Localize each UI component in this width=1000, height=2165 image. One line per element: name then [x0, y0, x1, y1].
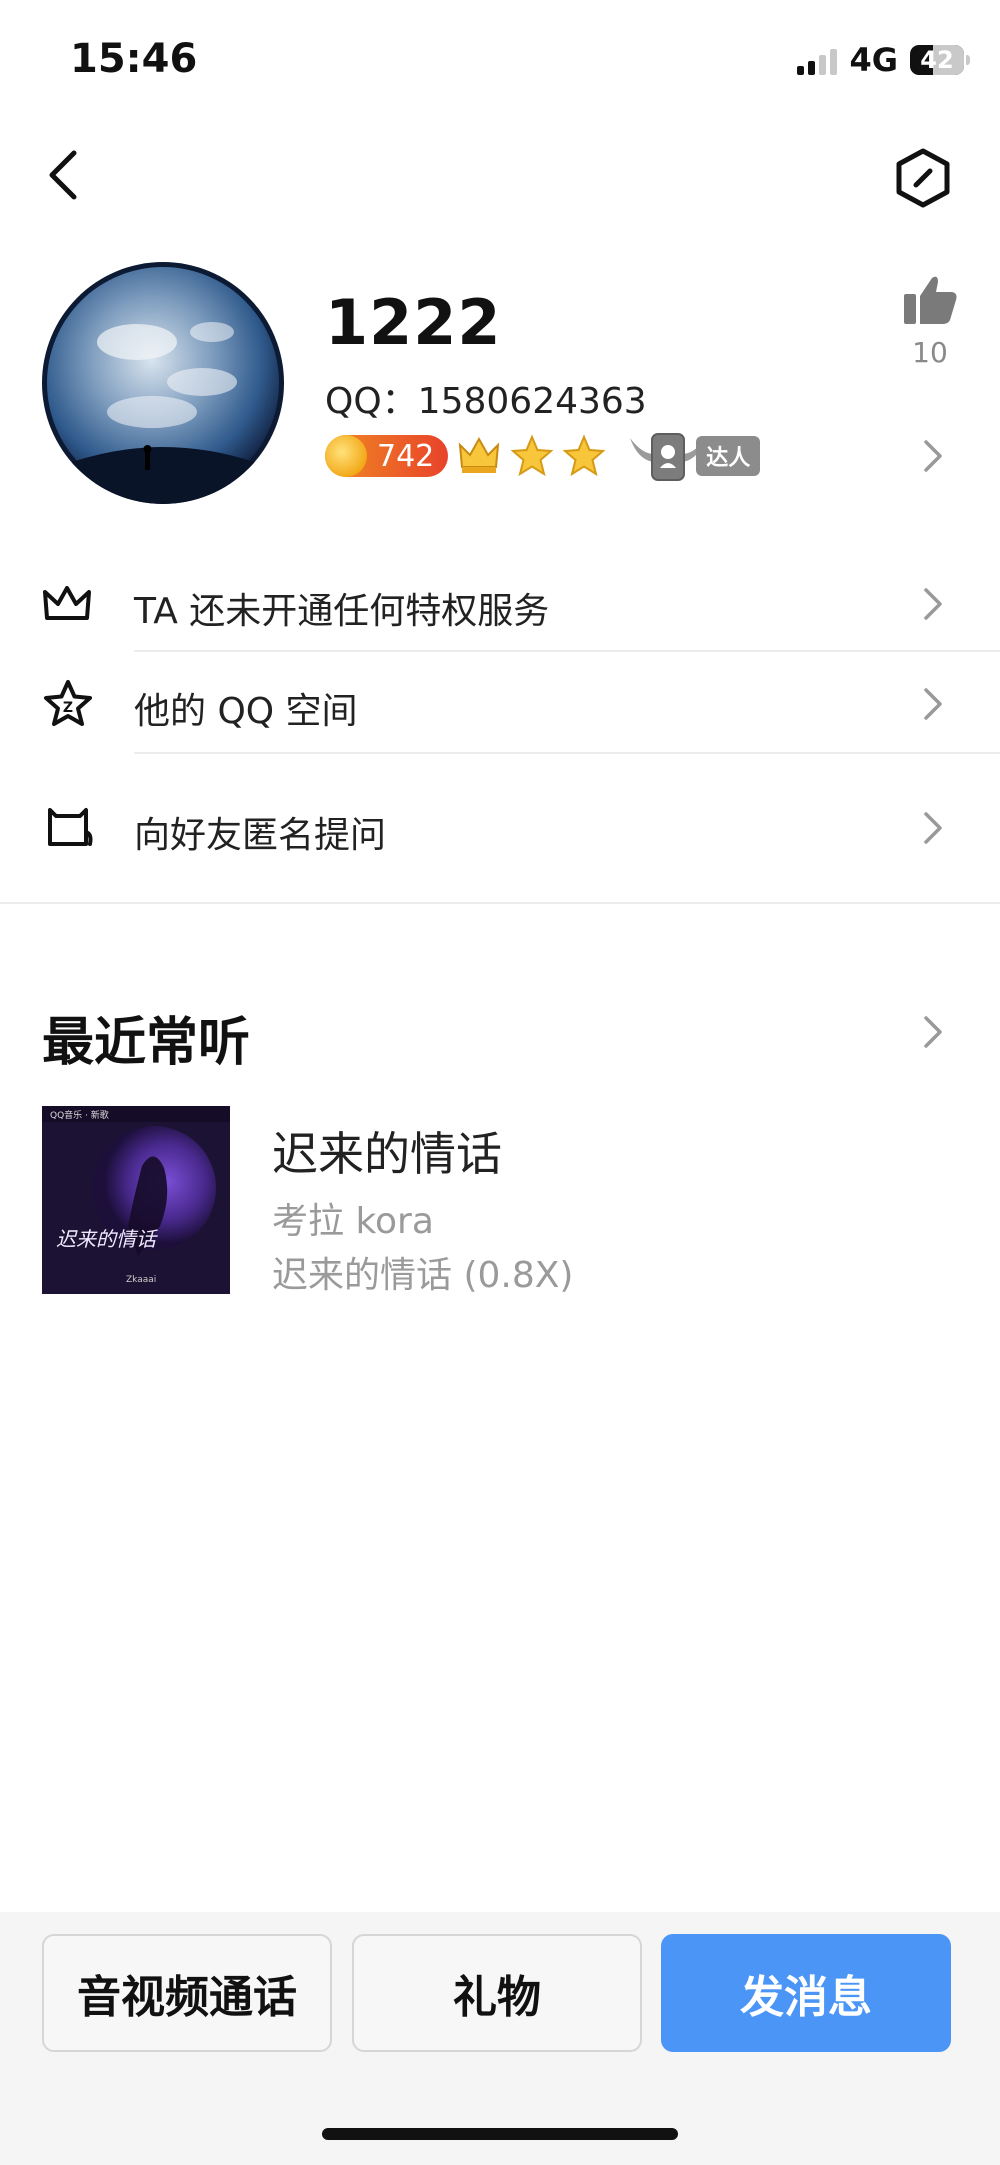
- avatar[interactable]: [42, 262, 284, 504]
- send-message-button[interactable]: 发消息: [661, 1934, 951, 2052]
- hexagon-icon: [896, 148, 950, 208]
- song-album: 迟来的情话 (0.8X): [272, 1255, 574, 1296]
- battery-icon: 42: [910, 45, 964, 75]
- like-button[interactable]: 10: [895, 272, 965, 369]
- back-button[interactable]: [40, 145, 90, 205]
- chevron-right-icon: [924, 440, 942, 472]
- signal-icon: [797, 45, 838, 75]
- privilege-label: TA 还未开通任何特权服务: [134, 591, 550, 632]
- album-cover[interactable]: QQ音乐 · 新歌 迟来的情话 Zkaaai: [42, 1106, 230, 1294]
- nickname: 1222: [325, 286, 502, 359]
- crown-level-icon: [459, 436, 500, 473]
- divider: [134, 752, 1000, 754]
- earth-avatar-image: [42, 262, 284, 504]
- cover-header-text: QQ音乐 · 新歌: [50, 1109, 109, 1121]
- privilege-row[interactable]: TA 还未开通任何特权服务: [0, 560, 1000, 650]
- qzone-label: 他的 QQ 空间: [134, 691, 358, 732]
- status-time: 15:46: [70, 36, 198, 82]
- cover-title-text: 迟来的情话: [56, 1227, 158, 1251]
- level-badge: 742: [325, 435, 449, 477]
- battery-level: 42: [920, 46, 954, 74]
- divider: [0, 902, 1000, 904]
- recent-listening-title: 最近常听: [42, 1013, 251, 1073]
- anonymous-question-row[interactable]: 向好友匿名提问: [0, 784, 1000, 874]
- chevron-right-icon: [924, 812, 942, 844]
- cover-artist-text: Zkaaai: [126, 1275, 156, 1285]
- divider: [134, 650, 1000, 652]
- svg-text:Z: Z: [63, 700, 73, 716]
- chevron-right-icon: [924, 688, 942, 720]
- av-call-button[interactable]: 音视频通话: [42, 1934, 332, 2052]
- level-value: 742: [377, 438, 435, 474]
- home-indicator[interactable]: [322, 2128, 678, 2140]
- crown-icon: [43, 586, 91, 620]
- network-type: 4G: [849, 41, 898, 79]
- like-count: 10: [912, 336, 948, 369]
- badges[interactable]: 742 达人: [325, 428, 761, 484]
- gift-button[interactable]: 礼物: [352, 1934, 642, 2052]
- qq-number[interactable]: QQ：1580624363: [325, 372, 647, 424]
- chevron-left-icon: [49, 150, 77, 200]
- star-level-icon: [562, 434, 606, 477]
- star-level-icon: [510, 434, 554, 477]
- star-space-icon: Z: [44, 680, 92, 726]
- daren-badge: 达人: [628, 432, 761, 481]
- profile-detail-chevron[interactable]: [920, 438, 944, 478]
- chevron-right-icon: [924, 588, 942, 620]
- song-artist: 考拉 kora: [272, 1201, 434, 1242]
- qzone-row[interactable]: Z 他的 QQ 空间: [0, 660, 1000, 750]
- hexagon-menu-button[interactable]: [890, 145, 956, 211]
- thumbs-up-icon: [904, 276, 957, 324]
- chevron-right-icon: [924, 1016, 942, 1048]
- song-title[interactable]: 迟来的情话: [272, 1118, 502, 1184]
- album-cover-image: QQ音乐 · 新歌 迟来的情话 Zkaaai: [42, 1106, 230, 1294]
- status-indicators: 4G 42: [797, 40, 970, 80]
- question-box-icon: [48, 808, 93, 846]
- recent-listening-chevron[interactable]: [920, 1014, 944, 1054]
- anonymous-question-label: 向好友匿名提问: [134, 815, 387, 856]
- daren-label: 达人: [696, 436, 761, 476]
- coin-icon: [325, 435, 367, 477]
